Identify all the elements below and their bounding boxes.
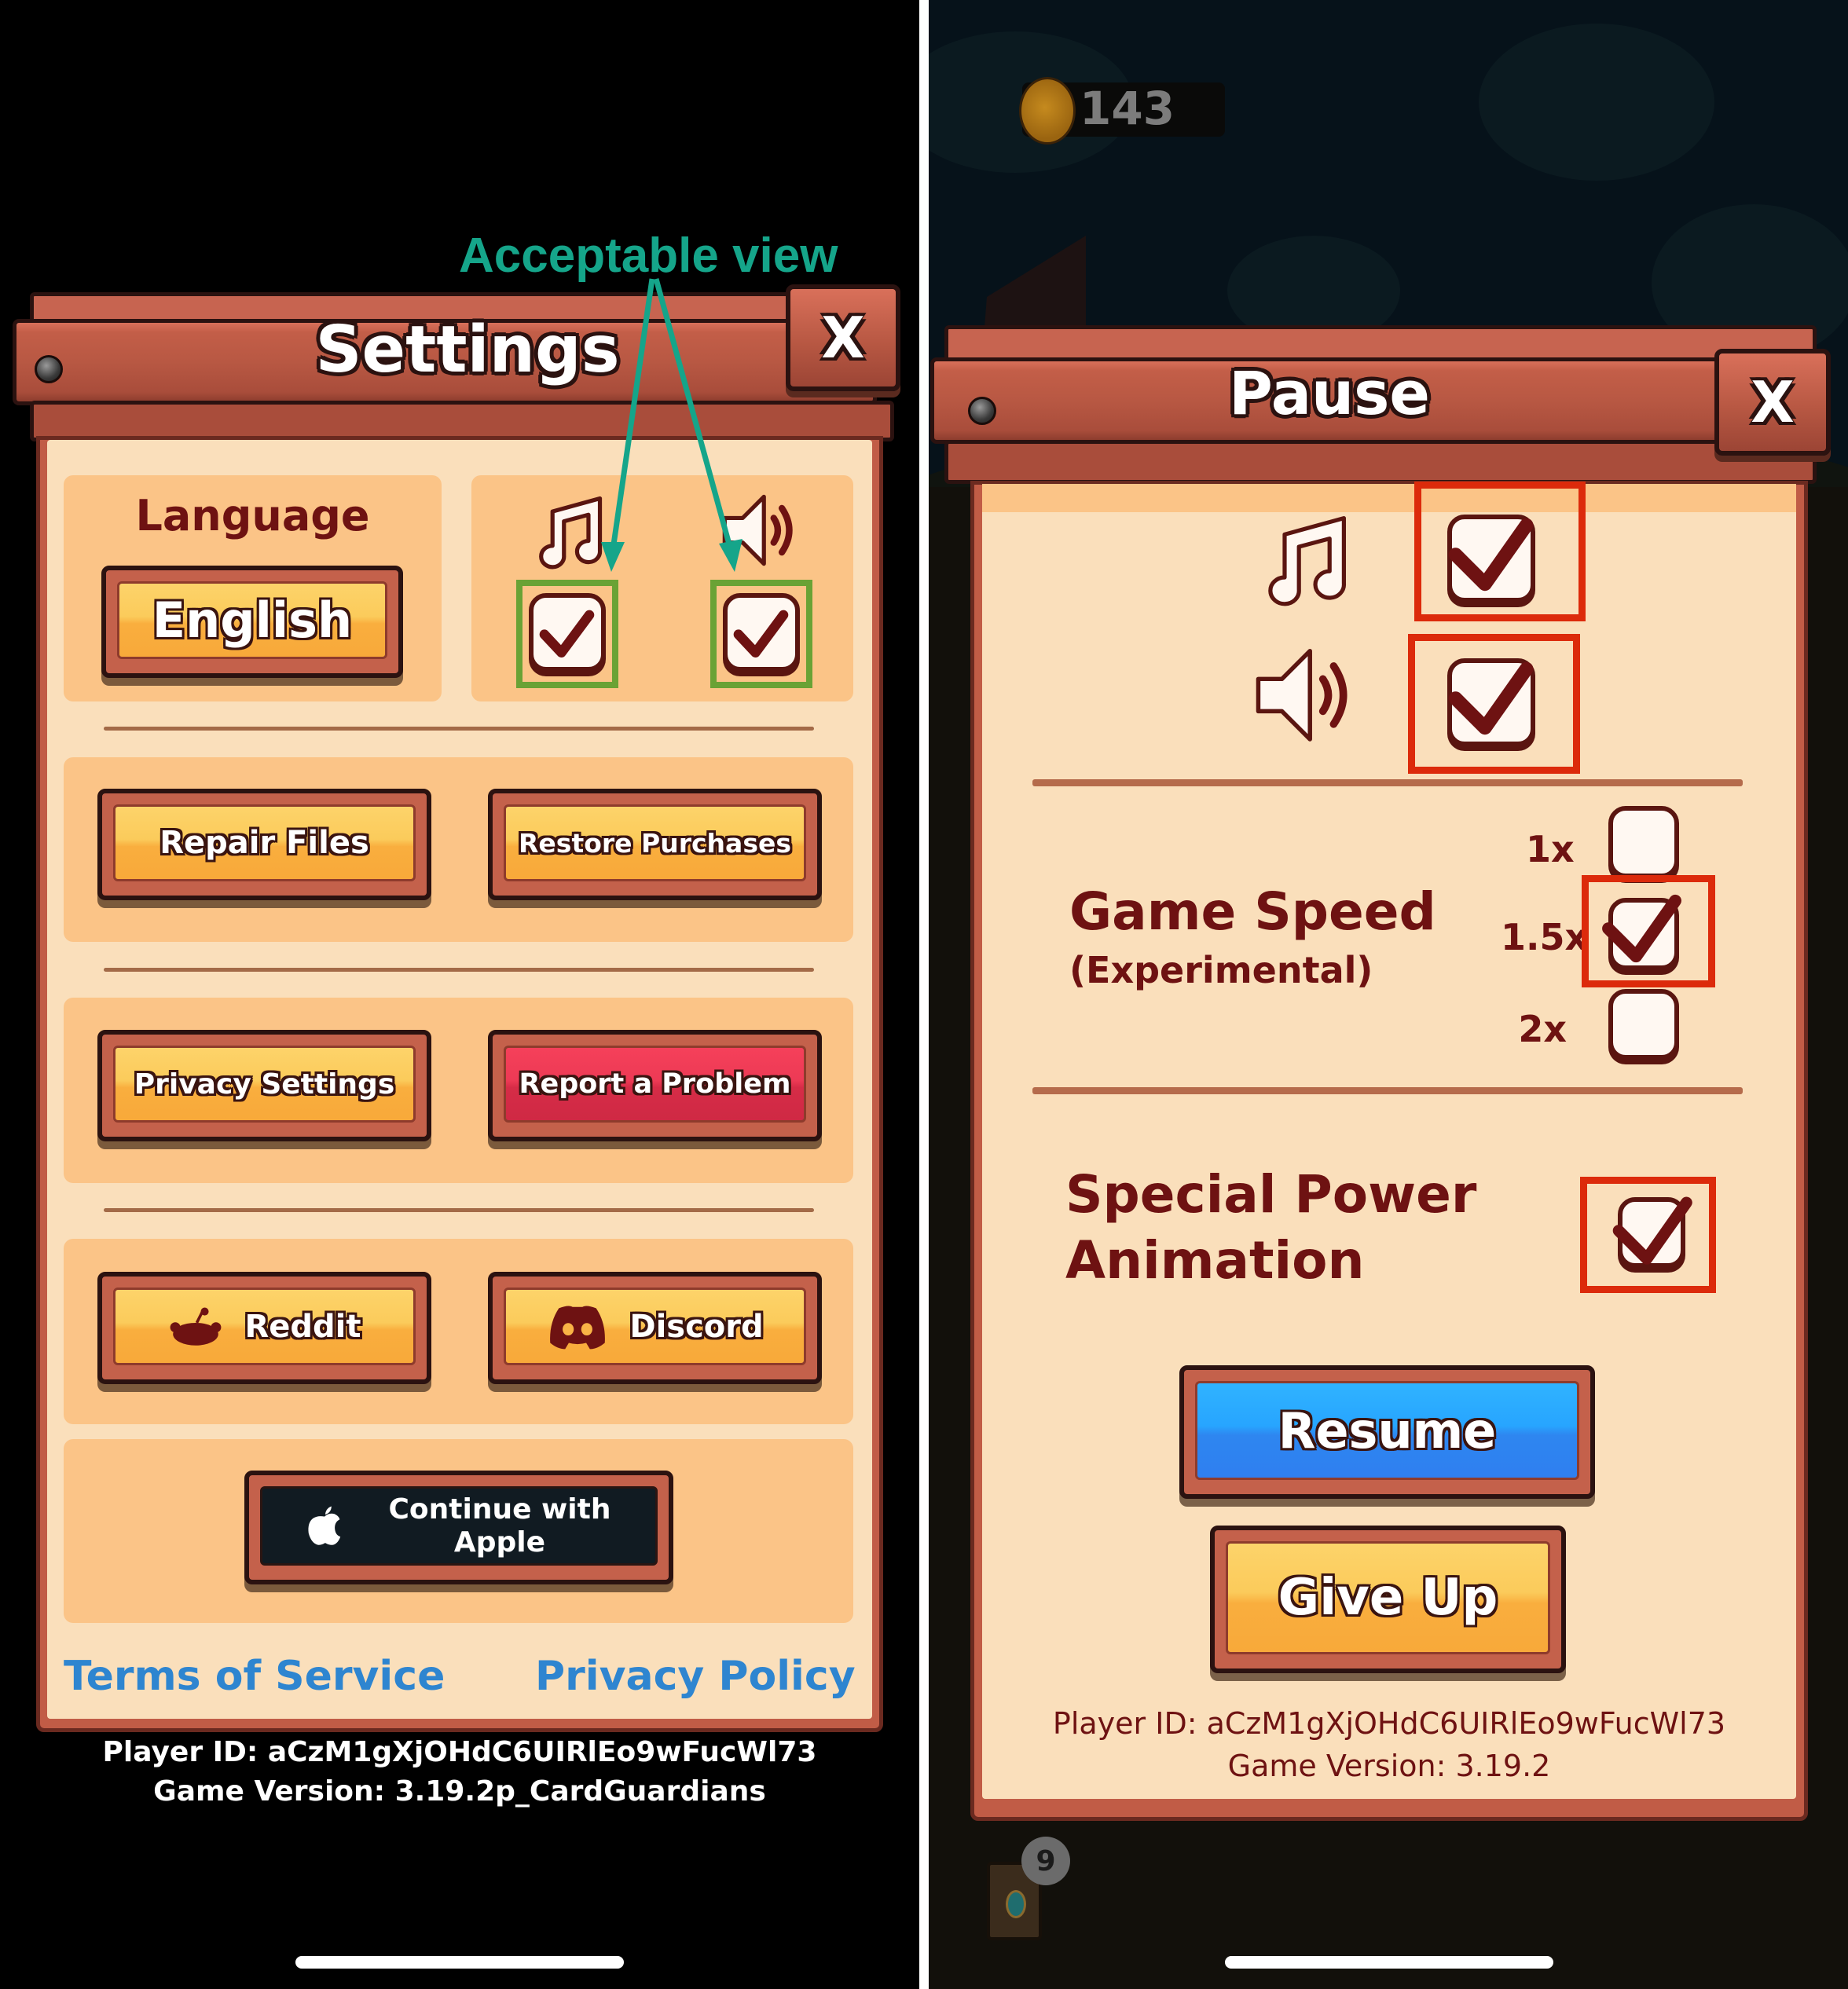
coin-icon <box>1019 77 1076 145</box>
apple-button-line2: Apple <box>453 1526 546 1559</box>
sound-toggle-checkbox[interactable] <box>1447 658 1535 746</box>
player-id: Player ID: aCzM1gXjOHdC6UIRlEo9wFucWl73 <box>1052 1706 1726 1741</box>
music-note-icon <box>1268 516 1347 606</box>
language-heading: Language <box>135 491 370 540</box>
section-divider <box>104 1208 814 1212</box>
reddit-label: Reddit <box>244 1308 361 1345</box>
coin-count: 143 <box>1080 82 1175 135</box>
settings-close-button[interactable]: X <box>786 284 900 391</box>
special-power-heading-line1: Special Power <box>1065 1164 1477 1225</box>
give-up-button[interactable]: Give Up <box>1210 1526 1566 1673</box>
speed-1x-label: 1x <box>1526 828 1575 870</box>
sound-toggle-checkbox[interactable] <box>723 593 800 672</box>
discord-label: Discord <box>629 1308 764 1345</box>
pause-header-bottom-plank <box>944 440 1817 484</box>
continue-with-apple-button[interactable]: Continue with Apple <box>244 1471 673 1584</box>
pause-screen: 143 Pause X Game Speed (Experimental) 1x… <box>929 0 1848 1989</box>
report-problem-button[interactable]: Report a Problem <box>488 1030 822 1141</box>
apple-logo-icon <box>307 1505 340 1545</box>
game-speed-subheading: (Experimental) <box>1069 949 1373 991</box>
terms-of-service-link[interactable]: Terms of Service <box>64 1653 445 1700</box>
section-divider <box>104 968 814 972</box>
special-power-highlight <box>1580 1177 1716 1293</box>
privacy-settings-button[interactable]: Privacy Settings <box>97 1030 431 1141</box>
music-note-icon <box>539 496 603 570</box>
checkmark-icon <box>540 610 595 658</box>
reddit-icon <box>170 1307 222 1346</box>
repair-files-button[interactable]: Repair Files <box>97 789 431 900</box>
background-cloud <box>1479 24 1714 181</box>
music-toggle-checkbox[interactable] <box>1447 515 1535 603</box>
home-indicator[interactable] <box>295 1956 624 1969</box>
pause-title: Pause <box>1229 358 1430 428</box>
close-icon: X <box>1751 369 1795 435</box>
language-button-label: English <box>152 592 353 649</box>
section-divider <box>104 727 814 731</box>
pause-close-button[interactable]: X <box>1714 349 1831 456</box>
speaker-icon <box>1256 648 1348 742</box>
speaker-icon <box>722 494 793 566</box>
home-indicator[interactable] <box>1225 1956 1553 1969</box>
restore-purchases-label: Restore Purchases <box>519 827 791 859</box>
resume-label: Resume <box>1278 1401 1497 1460</box>
checkmark-icon <box>734 610 789 658</box>
section-divider <box>1032 779 1743 786</box>
discord-button[interactable]: Discord <box>488 1272 822 1384</box>
deck-count: 9 <box>1036 1844 1056 1877</box>
language-button[interactable]: English <box>101 566 403 678</box>
annotation-label: Acceptable view <box>459 229 838 283</box>
reddit-button[interactable]: Reddit <box>97 1272 431 1384</box>
game-version: Game Version: 3.19.2p_CardGuardians <box>153 1775 766 1808</box>
speed-2x-label: 2x <box>1518 1008 1567 1050</box>
speed-1x-checkbox[interactable] <box>1608 806 1679 878</box>
restore-purchases-button[interactable]: Restore Purchases <box>488 789 822 900</box>
report-problem-label: Report a Problem <box>519 1068 791 1100</box>
checkmark-icon <box>1448 518 1534 592</box>
deck-count-badge: 9 <box>1021 1837 1070 1885</box>
close-icon: X <box>821 305 865 371</box>
speed-2x-checkbox[interactable] <box>1608 989 1679 1060</box>
game-version: Game Version: 3.19.2 <box>1227 1749 1551 1783</box>
speed-1-5x-highlight <box>1582 875 1715 987</box>
repair-files-label: Repair Files <box>160 825 369 861</box>
speed-1-5x-label: 1.5x <box>1501 916 1589 958</box>
player-id: Player ID: aCzM1gXjOHdC6UIRlEo9wFucWl73 <box>102 1736 817 1768</box>
resume-button[interactable]: Resume <box>1179 1365 1595 1499</box>
bolt-icon <box>35 355 63 383</box>
privacy-settings-label: Privacy Settings <box>134 1068 395 1101</box>
special-power-heading-line2: Animation <box>1065 1230 1365 1291</box>
privacy-policy-link[interactable]: Privacy Policy <box>535 1653 856 1700</box>
bolt-icon <box>968 397 996 425</box>
give-up-label: Give Up <box>1278 1569 1498 1627</box>
section-divider <box>1032 1087 1743 1094</box>
apple-button-line1: Continue with <box>388 1493 611 1526</box>
checkmark-icon <box>1448 661 1534 735</box>
card-gem-icon <box>1006 1890 1026 1918</box>
pause-panel-inner-top <box>982 484 1796 512</box>
music-toggle-checkbox[interactable] <box>529 593 606 672</box>
settings-screen: Acceptable view Settings X Language Engl… <box>0 0 919 1989</box>
settings-title: Settings <box>315 313 620 387</box>
game-speed-heading: Game Speed <box>1069 881 1436 942</box>
discord-icon <box>550 1305 606 1349</box>
